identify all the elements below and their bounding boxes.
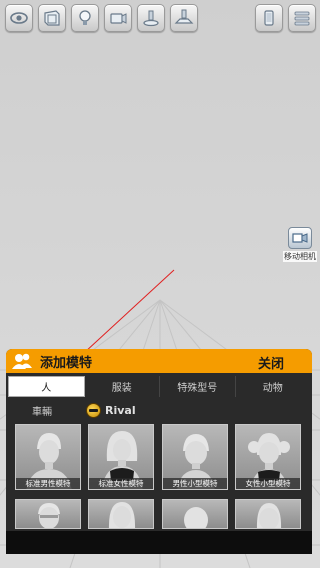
close-button[interactable]: 关闭 bbox=[258, 353, 284, 372]
subcategory-vehicles[interactable]: 車輛 bbox=[32, 403, 52, 418]
model-card-small-male[interactable]: 男性小型模特 bbox=[162, 424, 228, 490]
subcategory-row: 車輛 Rival bbox=[6, 401, 312, 419]
tab-clothing[interactable]: 服装 bbox=[85, 376, 160, 397]
card-caption: 男性小型模特 bbox=[163, 478, 227, 489]
girl-alt-model-thumbnail bbox=[256, 503, 282, 528]
rival-logo-icon bbox=[86, 403, 101, 418]
floor-button[interactable] bbox=[170, 4, 198, 32]
move-camera-button[interactable]: 移动相机 bbox=[282, 227, 318, 265]
baby-model-thumbnail bbox=[184, 507, 208, 528]
menu-icon bbox=[294, 11, 310, 26]
older-male-model-thumbnail bbox=[38, 503, 60, 528]
add-user-icon bbox=[12, 352, 34, 370]
model-stand-button[interactable] bbox=[137, 4, 165, 32]
tab-special-models[interactable]: 特殊型号 bbox=[160, 376, 236, 397]
subcategory-rival-label: Rival bbox=[105, 404, 136, 417]
tab-people[interactable]: 人 bbox=[8, 376, 85, 397]
model-card-small-female[interactable]: 女性小型模特 bbox=[235, 424, 301, 490]
subcategory-rival[interactable]: Rival bbox=[86, 403, 136, 418]
model-card-standard-female[interactable]: 标准女性模特 bbox=[88, 424, 154, 490]
pedestal-icon bbox=[174, 9, 194, 24]
panel-header: 添加模特 关闭 bbox=[6, 349, 312, 373]
model-card[interactable] bbox=[162, 499, 228, 529]
visibility-button[interactable] bbox=[5, 4, 33, 32]
phone-icon bbox=[264, 10, 274, 26]
panel-title: 添加模特 bbox=[40, 355, 93, 371]
move-camera-icon bbox=[288, 227, 312, 249]
model-card[interactable] bbox=[15, 499, 81, 529]
background-button[interactable] bbox=[38, 4, 66, 32]
stand-icon bbox=[143, 10, 159, 27]
light-button[interactable] bbox=[71, 4, 99, 32]
add-model-panel: 添加模特 关闭 人 服装 特殊型号 动物 車輛 Rival 标准男性模特 标准女… bbox=[6, 349, 312, 554]
tab-animals[interactable]: 动物 bbox=[236, 376, 311, 397]
camera-button[interactable] bbox=[104, 4, 132, 32]
card-caption: 标准女性模特 bbox=[89, 478, 153, 489]
light-bulb-icon bbox=[79, 10, 91, 25]
menu-button[interactable] bbox=[288, 4, 316, 32]
category-tabs: 人 服装 特殊型号 动物 bbox=[8, 376, 310, 397]
move-camera-label: 移动相机 bbox=[283, 251, 317, 262]
card-caption: 女性小型模特 bbox=[236, 478, 300, 489]
model-card-standard-male[interactable]: 标准男性模特 bbox=[15, 424, 81, 490]
older-female-model-thumbnail bbox=[108, 502, 136, 528]
model-card[interactable] bbox=[88, 499, 154, 529]
card-caption: 标准男性模特 bbox=[16, 478, 80, 489]
model-card[interactable] bbox=[235, 499, 301, 529]
eye-icon bbox=[10, 12, 28, 24]
camera-icon bbox=[110, 13, 127, 24]
picture-frame-icon bbox=[44, 10, 60, 26]
subcategory-vehicles-label: 車輛 bbox=[32, 407, 52, 418]
panel-footer bbox=[6, 531, 312, 554]
device-button[interactable] bbox=[255, 4, 283, 32]
